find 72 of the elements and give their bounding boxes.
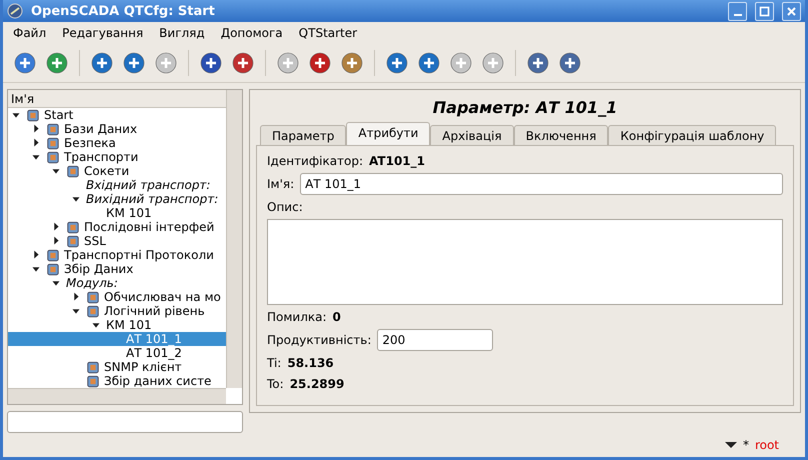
tree-item[interactable]: Транспорти bbox=[8, 150, 226, 164]
horizontal-scrollbar[interactable] bbox=[8, 388, 226, 404]
input-field[interactable]: 200 bbox=[377, 329, 494, 351]
field-label: Помилка: bbox=[267, 310, 327, 324]
tab[interactable]: Конфігурація шаблону bbox=[608, 125, 776, 146]
menu-item[interactable]: Вигляд bbox=[153, 26, 215, 40]
menu-item[interactable]: Допомога bbox=[214, 26, 293, 40]
tree-item[interactable]: АТ 101_2 bbox=[8, 346, 226, 360]
field-value: 25.2899 bbox=[290, 377, 344, 391]
field-value: 0 bbox=[332, 310, 341, 324]
minimize-button[interactable] bbox=[728, 2, 747, 20]
minimize-icon bbox=[734, 14, 742, 16]
close-icon bbox=[786, 6, 797, 16]
tree-item[interactable]: Логічний рівень bbox=[8, 304, 226, 318]
tree-item[interactable]: Транспортні Протоколи bbox=[8, 248, 226, 262]
window-title: OpenSCADA QTCfg: Start bbox=[31, 4, 216, 18]
node-icon bbox=[86, 304, 100, 318]
app-icon bbox=[7, 3, 23, 19]
node-icon bbox=[86, 290, 100, 304]
field-label: Опис: bbox=[267, 200, 303, 214]
tree-item[interactable]: Послідовні інтерфей bbox=[8, 220, 226, 234]
tree-item[interactable]: Збір даних систе bbox=[8, 374, 226, 388]
field-value: 58.136 bbox=[287, 356, 334, 370]
column-header: Ім'я bbox=[8, 90, 226, 108]
node-icon bbox=[66, 234, 80, 248]
tree-item[interactable]: Модуль: bbox=[8, 276, 226, 290]
tree-item[interactable]: Бази Даних bbox=[8, 122, 226, 136]
field-label: Ідентифікатор: bbox=[267, 154, 364, 168]
node-icon bbox=[46, 262, 60, 276]
menu-item[interactable]: QTStarter bbox=[292, 26, 368, 40]
menu-item[interactable]: Редагування bbox=[56, 26, 154, 40]
status-marker: * bbox=[742, 438, 749, 452]
field-label: Продуктивність: bbox=[267, 333, 372, 347]
node-icon bbox=[46, 150, 60, 164]
tree-item[interactable]: Обчислювач на мо bbox=[8, 290, 226, 304]
menu-item[interactable]: Файл bbox=[7, 26, 56, 40]
maximize-icon bbox=[759, 6, 770, 16]
name-field[interactable]: АТ 101_1 bbox=[300, 173, 783, 195]
node-icon bbox=[66, 164, 80, 178]
tab[interactable]: Архівація bbox=[430, 125, 514, 146]
dropdown-arrow-icon[interactable] bbox=[724, 441, 737, 449]
node-icon bbox=[26, 108, 40, 122]
close-button[interactable] bbox=[782, 2, 801, 20]
vertical-scrollbar[interactable] bbox=[226, 90, 242, 388]
tree-item[interactable]: Збір Даних bbox=[8, 262, 226, 276]
node-icon bbox=[66, 220, 80, 234]
node-icon bbox=[46, 136, 60, 150]
field-label: Ім'я: bbox=[267, 177, 294, 191]
tree-item[interactable]: Сокети bbox=[8, 164, 226, 178]
tree-item[interactable]: КМ 101 bbox=[8, 206, 226, 220]
field-value: AT101_1 bbox=[369, 154, 425, 168]
node-icon bbox=[86, 360, 100, 374]
tree-item[interactable]: Безпека bbox=[8, 136, 226, 150]
input-field[interactable] bbox=[7, 411, 243, 433]
node-icon bbox=[86, 374, 100, 388]
maximize-button[interactable] bbox=[755, 2, 774, 20]
field-label: To: bbox=[267, 377, 284, 391]
tab[interactable]: Параметр bbox=[260, 125, 346, 146]
description-field[interactable] bbox=[267, 219, 783, 305]
node-icon bbox=[46, 248, 60, 262]
tree-item[interactable]: Вхідний транспорт: bbox=[8, 178, 226, 192]
field-label: Ti: bbox=[267, 356, 282, 370]
tree-item[interactable]: SSL bbox=[8, 234, 226, 248]
tab[interactable]: Атрибути bbox=[346, 122, 430, 146]
tree-item[interactable]: SNMP клієнт bbox=[8, 360, 226, 374]
tab[interactable]: Включення bbox=[514, 125, 608, 146]
page-title: Параметр: АТ 101_1 bbox=[432, 97, 618, 119]
user-name: root bbox=[754, 438, 779, 452]
node-icon bbox=[46, 122, 60, 136]
tree-item[interactable]: КМ 101 bbox=[8, 318, 226, 332]
tree-item[interactable]: Вихідний транспорт: bbox=[8, 192, 226, 206]
tree-item[interactable]: Start bbox=[8, 108, 226, 122]
